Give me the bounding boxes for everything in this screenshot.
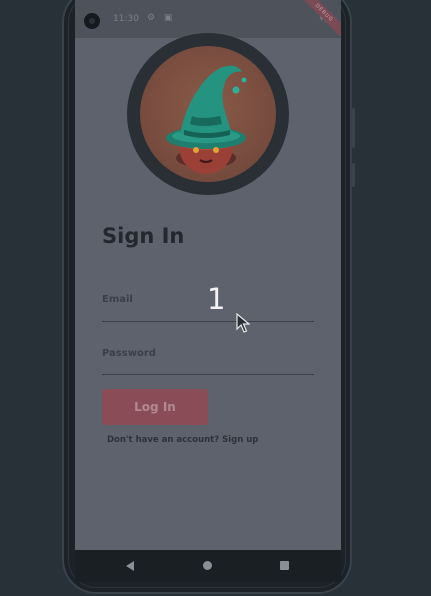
debug-banner: DEBUG — [295, 0, 341, 42]
email-field-label: Email — [102, 294, 133, 305]
status-icons: ⚙ ▣ — [147, 13, 176, 23]
front-camera-icon — [84, 13, 100, 29]
witch-hat-icon — [140, 46, 276, 182]
power-button — [352, 163, 355, 187]
step-number-overlay: 1 — [207, 282, 226, 316]
page-title: Sign In — [102, 224, 185, 248]
signup-link[interactable]: Don't have an account? Sign up — [107, 435, 258, 445]
back-triangle-icon[interactable] — [126, 561, 134, 571]
avatar — [127, 33, 289, 195]
password-field-label: Password — [102, 348, 156, 359]
password-field[interactable] — [102, 374, 314, 375]
login-button[interactable]: Log In — [102, 389, 208, 425]
email-field[interactable] — [102, 321, 314, 322]
recents-square-icon[interactable] — [280, 561, 289, 570]
home-circle-icon[interactable] — [203, 561, 212, 570]
navigation-bar — [75, 550, 341, 582]
volume-button — [352, 108, 355, 148]
mouse-cursor-icon — [236, 313, 250, 333]
app-screen: 11:30 ⚙ ▣ ▾◢ DEBUG — [75, 0, 341, 550]
status-time: 11:30 — [113, 14, 139, 24]
